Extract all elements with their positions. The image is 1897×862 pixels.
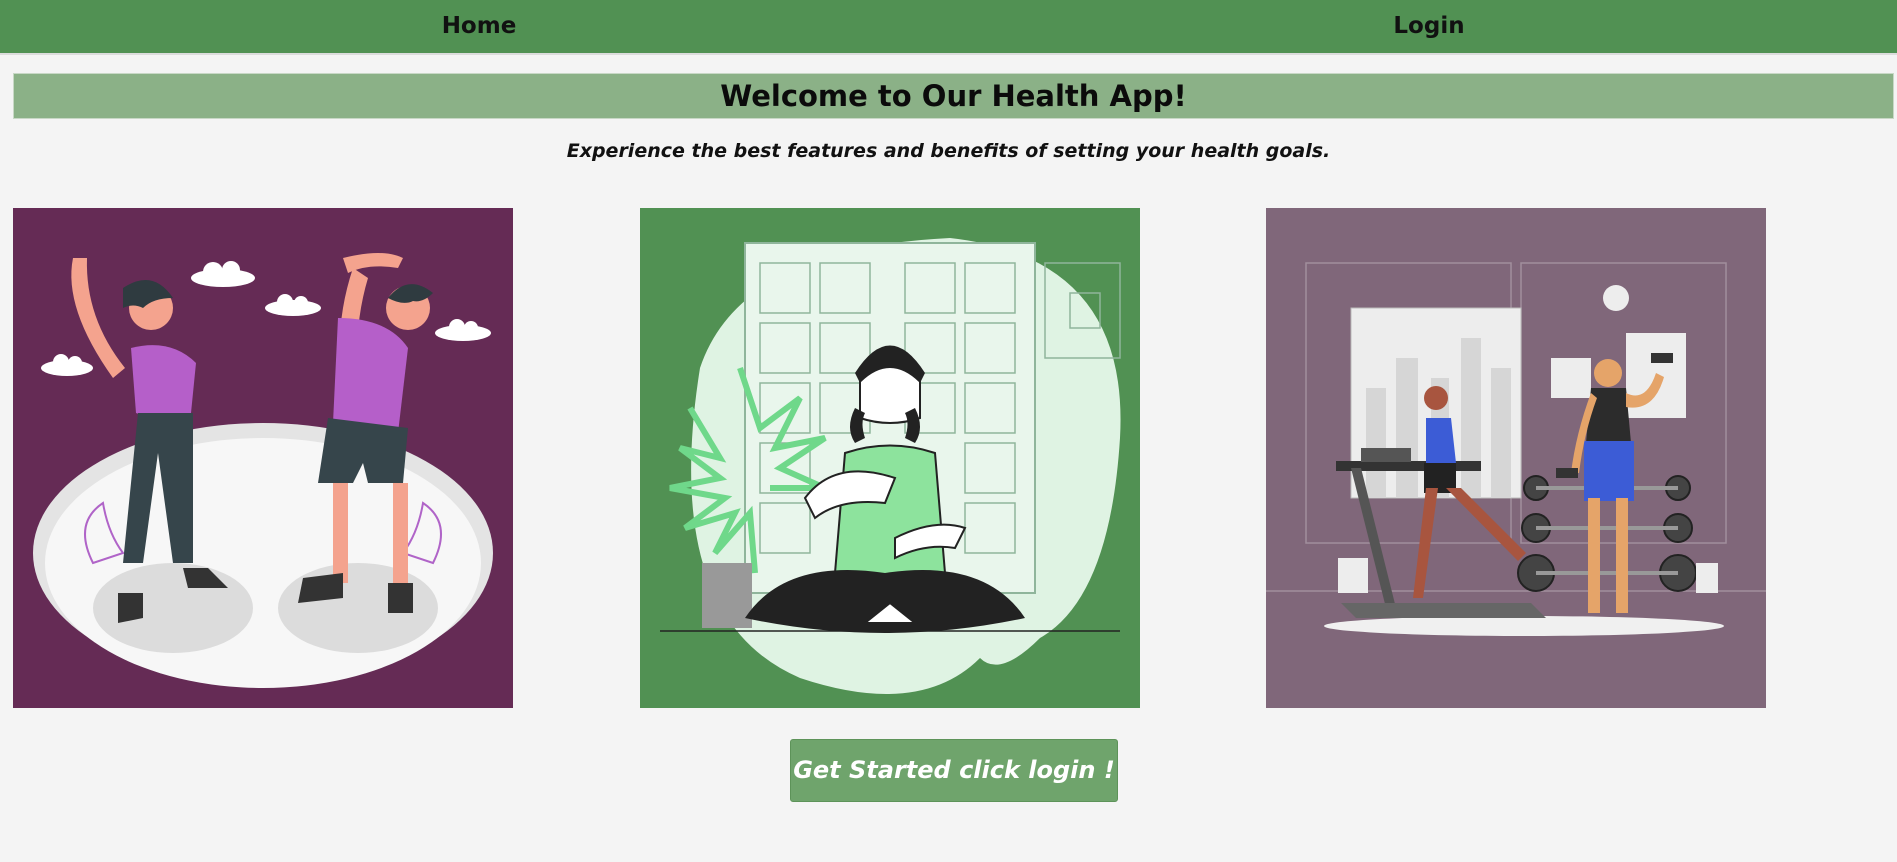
meditation-illustration [640,208,1140,708]
stretching-illustration [13,208,513,708]
welcome-banner: Welcome to Our Health App! [13,73,1894,119]
get-started-button[interactable]: Get Started click login ! [790,739,1118,802]
nav-login-link[interactable]: Login [1393,0,1464,53]
gym-illustration [1266,208,1766,708]
top-navbar: Home Login [0,0,1897,55]
hero-subtitle: Experience the best features and benefit… [566,140,1331,162]
nav-home-link[interactable]: Home [442,0,517,53]
